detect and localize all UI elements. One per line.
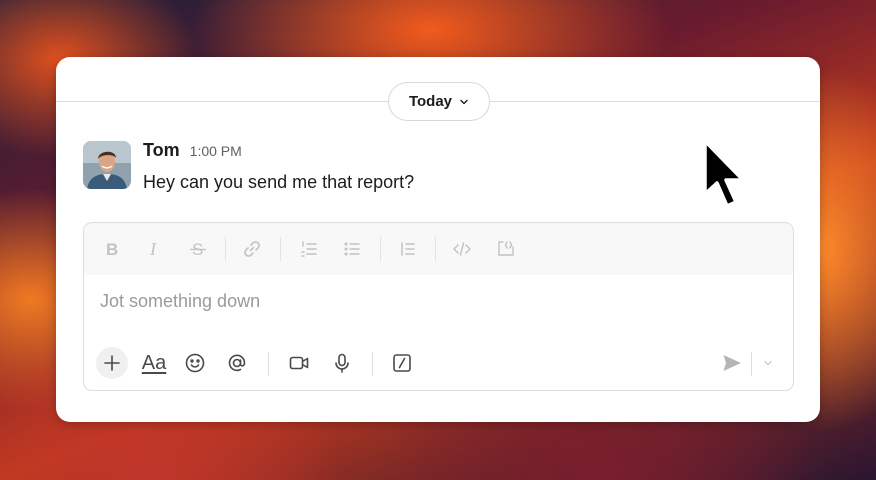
svg-text:B: B	[106, 240, 118, 259]
message-timestamp[interactable]: 1:00 PM	[190, 143, 242, 159]
blockquote-icon[interactable]	[396, 237, 420, 261]
formatting-toggle-button[interactable]: Aa	[136, 347, 172, 379]
toolbar-divider	[372, 352, 373, 376]
code-block-icon[interactable]	[494, 237, 518, 261]
avatar[interactable]	[83, 141, 131, 189]
formatting-toggle-label: Aa	[141, 351, 167, 374]
toolbar-divider	[435, 237, 436, 261]
chevron-down-icon[interactable]	[756, 347, 780, 379]
composer-actions: Aa	[84, 347, 793, 383]
formatting-toolbar: B I S	[84, 223, 793, 275]
emoji-icon[interactable]	[179, 347, 211, 379]
toolbar-divider	[751, 352, 752, 376]
italic-icon[interactable]: I	[142, 237, 166, 261]
message-author[interactable]: Tom	[143, 140, 180, 161]
slash-command-icon[interactable]	[386, 347, 418, 379]
date-divider-button[interactable]: Today	[388, 82, 490, 121]
message-panel: Today Tom 1:00 PM Hey can you send me th…	[56, 57, 820, 422]
message-composer: B I S Jot something down Aa	[83, 222, 794, 391]
send-icon[interactable]	[716, 347, 748, 379]
message-header: Tom 1:00 PM	[143, 140, 242, 161]
microphone-icon[interactable]	[326, 347, 358, 379]
link-icon[interactable]	[240, 237, 264, 261]
toolbar-divider	[268, 352, 269, 376]
chevron-down-icon	[460, 99, 468, 104]
ordered-list-icon[interactable]	[297, 237, 321, 261]
bulleted-list-icon[interactable]	[340, 237, 364, 261]
message-text: Hey can you send me that report?	[143, 172, 415, 192]
toolbar-divider	[280, 237, 281, 261]
bold-icon[interactable]: B	[100, 237, 124, 261]
video-icon[interactable]	[283, 347, 315, 379]
strikethrough-icon[interactable]: S	[186, 237, 210, 261]
toolbar-divider	[380, 237, 381, 261]
mention-icon[interactable]	[221, 347, 253, 379]
mouse-pointer-icon	[703, 139, 745, 208]
code-icon[interactable]	[450, 237, 474, 261]
toolbar-divider	[225, 237, 226, 261]
date-divider-label: Today	[408, 93, 453, 110]
svg-text:I: I	[149, 239, 157, 259]
plus-icon[interactable]	[96, 347, 128, 379]
message-input[interactable]: Jot something down	[100, 291, 260, 312]
